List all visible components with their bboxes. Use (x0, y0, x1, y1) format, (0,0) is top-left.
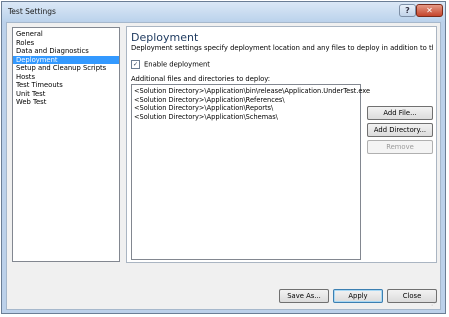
title-bar: Test Settings ? ✕ (2, 2, 445, 21)
panel-description: Deployment settings specify deployment l… (131, 44, 433, 52)
save-as-button[interactable]: Save As... (279, 289, 329, 303)
nav-item-hosts[interactable]: Hosts (13, 73, 119, 82)
add-directory-button[interactable]: Add Directory... (367, 123, 433, 137)
list-item[interactable]: <Solution Directory>\Application\bin\rel… (134, 87, 370, 96)
list-item[interactable]: <Solution Directory>\Application\Schemas… (134, 113, 358, 122)
settings-category-list[interactable]: General Roles Data and Diagnostics Deplo… (12, 27, 120, 262)
help-button[interactable]: ? (399, 4, 416, 17)
enable-deployment-label: Enable deployment (144, 60, 210, 69)
list-item[interactable]: <Solution Directory>\Application\Reports… (134, 104, 358, 113)
panel-heading: Deployment (131, 31, 199, 44)
remove-button[interactable]: Remove (367, 140, 433, 154)
close-window-button[interactable]: ✕ (416, 4, 443, 17)
nav-item-setup-and-cleanup-scripts[interactable]: Setup and Cleanup Scripts (13, 64, 119, 73)
list-item[interactable]: <Solution Directory>\Application\Referen… (134, 96, 358, 105)
nav-item-web-test[interactable]: Web Test (13, 98, 119, 107)
nav-item-data-and-diagnostics[interactable]: Data and Diagnostics (13, 47, 119, 56)
close-button[interactable]: Close (387, 289, 437, 303)
nav-item-deployment[interactable]: Deployment (13, 55, 119, 64)
add-file-button[interactable]: Add File... (367, 106, 433, 120)
deploy-files-list[interactable]: <Solution Directory>\Application\bin\rel… (131, 84, 370, 260)
test-settings-dialog: Test Settings ? ✕ General Roles Data and… (1, 1, 446, 314)
apply-button[interactable]: Apply (333, 289, 383, 303)
dialog-body: General Roles Data and Diagnostics Deplo… (6, 22, 441, 310)
files-list-label: Additional files and directories to depl… (131, 75, 271, 83)
nav-item-test-timeouts[interactable]: Test Timeouts (13, 81, 119, 90)
nav-item-unit-test[interactable]: Unit Test (13, 90, 119, 99)
resize-grip-icon[interactable]: ⋰ (431, 300, 439, 308)
enable-deployment-row[interactable]: ✓ Enable deployment (131, 60, 210, 69)
deployment-panel: Deployment Deployment settings specify d… (126, 26, 437, 263)
nav-item-roles[interactable]: Roles (13, 39, 119, 48)
nav-item-general[interactable]: General (13, 30, 119, 39)
window-title: Test Settings (8, 7, 56, 16)
enable-deployment-checkbox[interactable]: ✓ (131, 60, 140, 69)
